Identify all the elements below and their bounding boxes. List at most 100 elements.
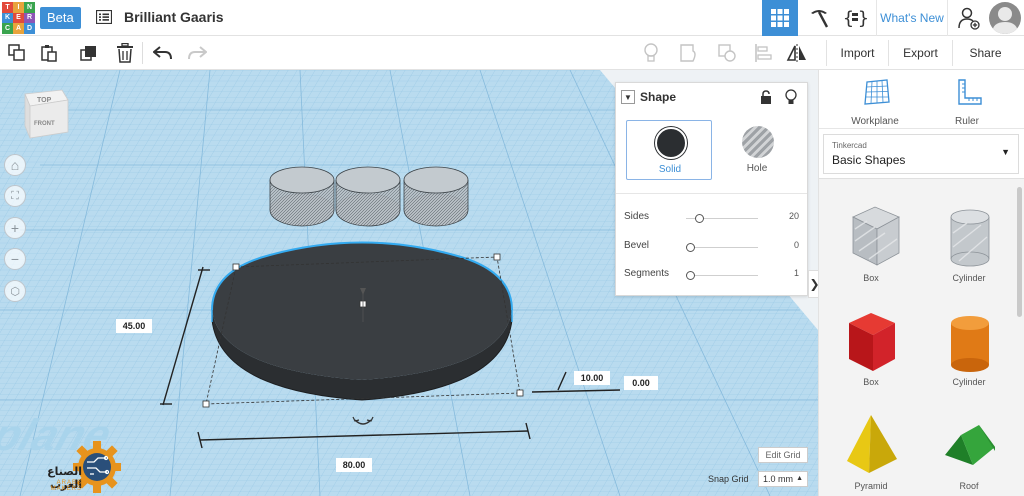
design-list-icon[interactable]	[95, 9, 113, 25]
sides-slider-knob[interactable]	[695, 214, 704, 223]
ortho-view-button[interactable]: ⬡	[4, 280, 26, 302]
duplicate-button[interactable]	[78, 42, 100, 64]
ruler-tool-label: Ruler	[955, 116, 979, 127]
width-dimension[interactable]: 80.00	[336, 458, 372, 472]
logo-letter: T	[2, 2, 13, 13]
shape-name: Box	[863, 377, 879, 387]
ruler-tool[interactable]: Ruler	[927, 76, 1007, 128]
workplane-tool-label: Workplane	[851, 116, 899, 127]
shape-tile-box[interactable]: Box	[831, 301, 911, 397]
shape-tile-box[interactable]: Box	[831, 197, 911, 293]
ungroup-icon	[718, 44, 736, 62]
whats-new-link[interactable]: What's New	[876, 0, 948, 36]
hole-cylinder[interactable]	[403, 166, 469, 227]
home-view-button[interactable]: ⌂	[4, 154, 26, 176]
pickaxe-icon	[811, 10, 829, 28]
ungroup-button[interactable]	[716, 42, 738, 64]
copy-button[interactable]	[6, 42, 28, 64]
fit-view-button[interactable]: ⛶	[4, 185, 26, 207]
logo-letter: D	[24, 23, 35, 34]
export-button[interactable]: Export	[888, 40, 952, 66]
design-title[interactable]: Brilliant Gaaris	[124, 9, 224, 25]
logo-letter: N	[24, 2, 35, 13]
sides-value[interactable]: 20	[789, 211, 799, 221]
align-button[interactable]	[752, 42, 774, 64]
segments-value[interactable]: 1	[794, 268, 799, 278]
share-button[interactable]: Share	[952, 40, 1018, 66]
zoom-out-button[interactable]: −	[4, 248, 26, 270]
shape-library-select[interactable]: Tinkercad Basic Shapes ▼	[823, 134, 1019, 174]
logo-letter: I	[13, 2, 24, 13]
shapes-scrollbar[interactable]	[1017, 187, 1022, 317]
shape-tile-cylinder[interactable]: Cylinder	[929, 197, 1009, 293]
shape-name: Cylinder	[952, 273, 986, 283]
depth-dimension[interactable]: 45.00	[116, 319, 152, 333]
codeblocks-view-button[interactable]: {}	[838, 0, 872, 36]
logo-letter: C	[2, 23, 13, 34]
paste-button[interactable]	[38, 42, 60, 64]
minus-icon: −	[10, 251, 20, 267]
shape-name: Pyramid	[854, 481, 888, 491]
caret-down-icon: ▼	[1001, 147, 1010, 157]
bevel-value[interactable]: 0	[794, 240, 799, 250]
group-button[interactable]	[678, 42, 700, 64]
invite-user-button[interactable]	[954, 0, 984, 36]
add-user-icon	[958, 7, 980, 30]
shape-name: Cylinder	[952, 377, 986, 387]
workplane-icon	[864, 79, 890, 105]
view-cube[interactable]: TOP FRONT	[22, 88, 70, 140]
box-hole-icon	[852, 206, 900, 266]
library-source-label: Tinkercad	[832, 141, 867, 150]
shape-panel-header: ▼ Shape	[616, 83, 807, 111]
viewcube-front-label: FRONT	[34, 121, 55, 127]
hole-cylinder[interactable]	[335, 166, 401, 227]
bricks-view-button[interactable]	[802, 0, 836, 36]
workplane-tool[interactable]: Workplane	[835, 76, 915, 128]
elevation-dimension[interactable]: 0.00	[624, 376, 658, 390]
zoom-in-button[interactable]: +	[4, 217, 26, 239]
segments-slider-knob[interactable]	[686, 271, 695, 280]
logo-letter: K	[2, 12, 13, 23]
snap-grid-select[interactable]: 1.0 mm ▲	[758, 471, 808, 487]
lock-icon[interactable]	[760, 90, 772, 104]
undo-button[interactable]	[152, 42, 174, 64]
hole-option[interactable]: Hole	[714, 120, 800, 180]
panel-divider	[616, 193, 807, 194]
grid-icon	[771, 9, 789, 27]
bevel-slider-track[interactable]	[686, 247, 758, 248]
sides-label: Sides	[624, 211, 650, 222]
fit-icon: ⛶	[11, 189, 19, 202]
sidebar-divider	[819, 128, 1024, 129]
shape-tile-roof[interactable]: Roof	[929, 405, 1009, 496]
undo-arrow-icon	[153, 46, 172, 60]
shapes-sidebar: Workplane Ruler Tinkercad Basic Shapes ▼	[818, 70, 1024, 496]
redo-button[interactable]	[186, 42, 208, 64]
3d-view-button[interactable]	[762, 0, 798, 36]
hole-label: Hole	[746, 163, 768, 174]
snap-grid-value: 1.0 mm	[763, 474, 794, 484]
edit-grid-button[interactable]: Edit Grid	[758, 447, 808, 463]
collapse-panel-button[interactable]: ▼	[621, 90, 635, 104]
segments-slider-track[interactable]	[686, 275, 758, 276]
bevel-label: Bevel	[624, 240, 650, 251]
delete-button[interactable]	[114, 42, 136, 64]
duplicate-icon	[80, 46, 96, 61]
import-button[interactable]: Import	[826, 40, 888, 66]
shape-tile-cylinder[interactable]: Cylinder	[929, 301, 1009, 397]
show-all-button[interactable]	[640, 42, 662, 64]
lightbulb-icon[interactable]	[785, 89, 797, 105]
solid-option[interactable]: Solid	[626, 120, 712, 180]
hole-cylinder[interactable]	[269, 166, 335, 227]
bevel-slider-knob[interactable]	[686, 243, 695, 252]
shape-tile-pyramid[interactable]: Pyramid	[831, 405, 911, 496]
shape-name: Box	[863, 273, 879, 283]
toolbar-divider	[142, 42, 143, 64]
cylinder-orange-icon	[951, 316, 989, 372]
shape-inspector-panel: ▼ Shape Solid Hole Sides 20 Bevel 0 Segm…	[615, 82, 808, 296]
user-avatar[interactable]	[989, 2, 1021, 34]
tinkercad-logo[interactable]: TINKERCAD	[2, 2, 36, 34]
paste-icon	[41, 45, 57, 62]
height-dimension[interactable]: 10.00	[574, 371, 610, 385]
mirror-button[interactable]	[786, 42, 808, 64]
logo-letter: E	[13, 12, 24, 23]
